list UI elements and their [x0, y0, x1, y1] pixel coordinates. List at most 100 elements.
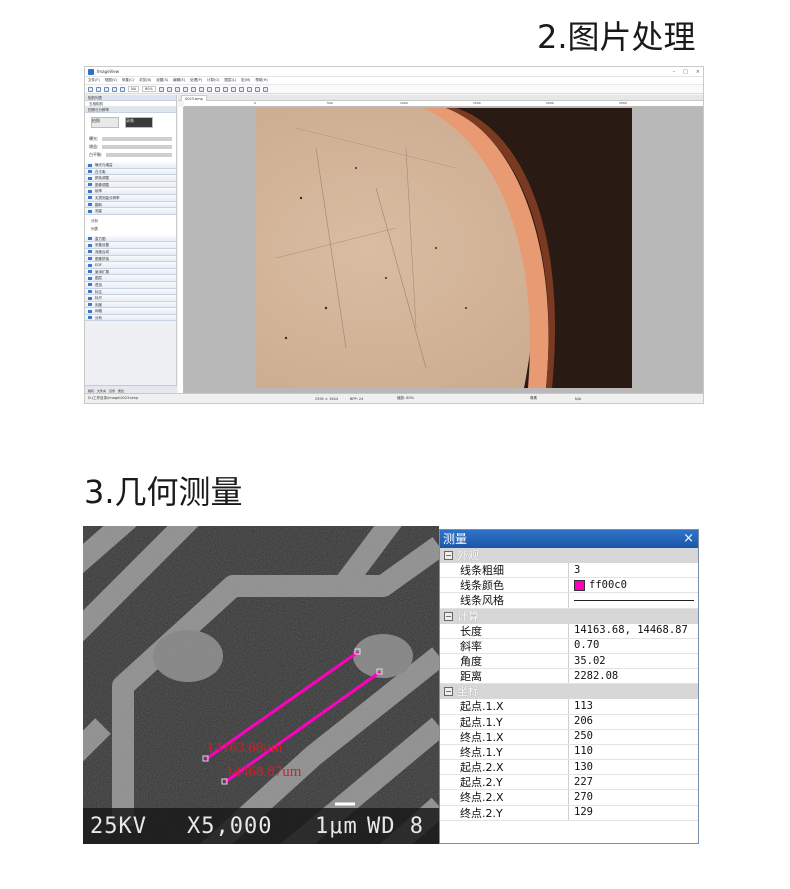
prop-row[interactable]: 距离 2282.08: [440, 669, 698, 685]
menu-process[interactable]: 处理(P): [190, 78, 202, 83]
section-item[interactable]: 刻度: [85, 301, 176, 309]
line-tool-icon[interactable]: [166, 86, 172, 92]
sub-item[interactable]: 列表: [91, 225, 170, 233]
section-item[interactable]: 网格: [85, 308, 176, 315]
color-swatch[interactable]: [574, 579, 585, 591]
zoom-select[interactable]: NA: [128, 86, 140, 92]
prop-value[interactable]: 250: [569, 730, 698, 744]
minimize-button[interactable]: –: [673, 69, 676, 75]
prop-row[interactable]: 起点.2.Y 227: [440, 775, 698, 791]
prop-value[interactable]: 130: [569, 760, 698, 774]
prop-value[interactable]: ff00c0: [569, 578, 698, 592]
section-item[interactable]: 测量: [85, 208, 176, 215]
collapse-icon[interactable]: −: [444, 687, 453, 697]
prop-row[interactable]: 终点.1.Y 110: [440, 744, 698, 761]
exposure-slider[interactable]: 曝光:: [89, 135, 172, 143]
section-item[interactable]: 深度合成: [85, 248, 176, 256]
layers-icon[interactable]: [254, 86, 260, 92]
polygon-tool-icon[interactable]: [198, 86, 204, 92]
close-icon[interactable]: ×: [683, 530, 694, 548]
sidebar-tab-camera[interactable]: 相机: [88, 389, 94, 393]
prop-row[interactable]: 起点.1.Y 206: [440, 714, 698, 730]
prop-value[interactable]: 110: [569, 745, 698, 759]
prop-row[interactable]: 终点.2.Y 129: [440, 805, 698, 821]
menu-edit[interactable]: 编辑(E): [173, 78, 185, 83]
section-item[interactable]: 采集设置: [85, 242, 176, 249]
section-item[interactable]: EDF: [85, 262, 176, 269]
sidebar-tab-folder[interactable]: 文件夹: [97, 389, 106, 393]
section-item[interactable]: 图像拼接: [85, 255, 176, 263]
section-item[interactable]: 图层: [85, 275, 176, 282]
section-item[interactable]: 叠加: [85, 281, 176, 289]
menu-capture[interactable]: 采集(C): [122, 78, 134, 83]
grid-icon[interactable]: [230, 86, 236, 92]
menu-view[interactable]: 视图(V): [105, 78, 117, 83]
prop-row[interactable]: 斜率 0.70: [440, 638, 698, 654]
prop-row[interactable]: 线条颜色 ff00c0: [440, 578, 698, 594]
section-item[interactable]: 无损测量分辨率: [85, 194, 176, 202]
prop-value[interactable]: 206: [569, 715, 698, 729]
print-icon[interactable]: [112, 86, 117, 92]
prop-value[interactable]: 129: [569, 806, 698, 820]
section-item[interactable]: 标注: [85, 288, 176, 296]
wb-slider[interactable]: 白平衡:: [89, 151, 172, 159]
section-item[interactable]: 帧率: [85, 188, 176, 195]
category-coords[interactable]: − 坐标: [440, 684, 698, 700]
prop-row[interactable]: 起点.1.X 113: [440, 699, 698, 715]
sidebar-tab-properties[interactable]: 属性: [118, 389, 124, 393]
image-canvas[interactable]: [184, 107, 703, 395]
menu-file[interactable]: 文件(F): [88, 78, 100, 83]
prop-value[interactable]: [569, 593, 698, 607]
category-compute[interactable]: − 计算: [440, 608, 698, 624]
arrow-tool-icon[interactable]: [214, 86, 220, 92]
prop-row[interactable]: 角度 35.02: [440, 653, 698, 670]
save-icon[interactable]: [104, 86, 109, 92]
menu-help[interactable]: 帮助(H): [255, 78, 267, 83]
menu-browse[interactable]: 浏览(B): [139, 78, 151, 83]
menu-settings[interactable]: 设置(S): [156, 78, 168, 83]
prop-row[interactable]: 线条风格: [440, 593, 698, 609]
text-tool-icon[interactable]: [206, 86, 212, 92]
camera-icon[interactable]: [120, 86, 125, 92]
section-item[interactable]: 图像调整: [85, 181, 176, 189]
prop-value[interactable]: 35.02: [569, 654, 698, 668]
pointer-icon[interactable]: [158, 86, 164, 92]
section-item[interactable]: 景深扩展: [85, 268, 176, 276]
scale-bar-icon[interactable]: [222, 86, 228, 92]
collapse-icon[interactable]: −: [444, 551, 453, 560]
sidebar-tab-directory[interactable]: 目录: [109, 389, 115, 393]
prop-row[interactable]: 长度 14163.68, 14468.87: [440, 623, 698, 639]
collapse-icon[interactable]: −: [444, 611, 453, 621]
prop-value[interactable]: 0.70: [569, 639, 698, 653]
prop-row[interactable]: 终点.1.X 250: [440, 729, 698, 745]
prop-row[interactable]: 起点.2.X 130: [440, 760, 698, 776]
new-icon[interactable]: [88, 86, 93, 92]
section-item[interactable]: 分析: [85, 314, 176, 322]
section-item[interactable]: 颜色调整: [85, 175, 176, 182]
category-appearance[interactable]: − 外观: [440, 548, 698, 563]
rect-tool-icon[interactable]: [174, 86, 180, 92]
prop-value[interactable]: 113: [569, 699, 698, 713]
prop-value[interactable]: 3: [569, 563, 698, 577]
measure-icon[interactable]: [238, 86, 244, 92]
prop-row[interactable]: 终点.2.X 270: [440, 790, 698, 806]
prop-row[interactable]: 线条粗细 3: [440, 563, 698, 579]
prop-value[interactable]: 2282.08: [569, 669, 698, 683]
angle-tool-icon[interactable]: [190, 86, 196, 92]
section-item[interactable]: 翻转: [85, 201, 176, 209]
prop-value[interactable]: 227: [569, 775, 698, 789]
menu-compute[interactable]: 计算(O): [207, 78, 220, 83]
zoom-percent[interactable]: 60%: [142, 86, 156, 92]
section-item[interactable]: 直方图: [85, 235, 176, 243]
maximize-button[interactable]: □: [683, 69, 688, 75]
record-button[interactable]: 录像: [125, 117, 153, 128]
menu-macro[interactable]: 宏(M): [241, 78, 250, 83]
close-button[interactable]: ×: [696, 69, 700, 75]
sub-item[interactable]: 分析: [91, 217, 170, 225]
open-icon[interactable]: [96, 86, 101, 92]
settings-icon[interactable]: [262, 86, 268, 92]
circle-tool-icon[interactable]: [182, 86, 188, 92]
prop-value[interactable]: 270: [569, 790, 698, 804]
prop-value[interactable]: 14163.68, 14468.87: [569, 624, 698, 638]
section-item[interactable]: 白平衡: [85, 168, 176, 176]
